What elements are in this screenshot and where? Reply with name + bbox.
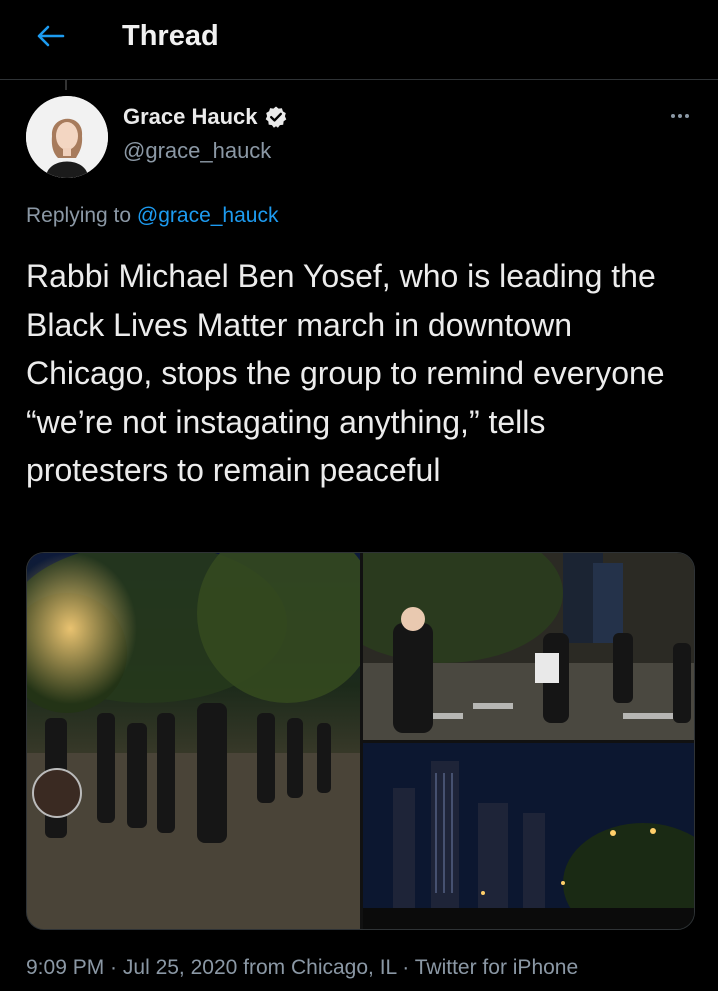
replying-prefix: Replying to <box>26 204 132 227</box>
photo-crosswalk[interactable] <box>363 553 694 740</box>
avatar[interactable] <box>26 96 108 178</box>
author-name-row: Grace Hauck <box>123 104 288 130</box>
meta-separator: · <box>396 956 415 979</box>
tweet-date-link[interactable]: Jul 25, 2020 <box>123 956 237 979</box>
more-options-button[interactable] <box>664 104 696 128</box>
arrow-left-icon <box>37 25 65 47</box>
back-button[interactable] <box>30 18 70 54</box>
avatar-image <box>26 96 108 178</box>
top-bar: Thread <box>0 0 718 80</box>
tweet-client-link[interactable]: Twitter for iPhone <box>415 956 578 979</box>
author-handle[interactable]: @grace_hauck <box>123 138 271 164</box>
thread-connector <box>65 80 67 90</box>
page-title: Thread <box>122 20 219 52</box>
author-name[interactable]: Grace Hauck <box>123 104 258 130</box>
more-dot <box>671 114 675 118</box>
photo-skyline[interactable] <box>363 743 694 929</box>
replying-handle-link[interactable]: @grace_hauck <box>137 204 279 227</box>
photo-march-street[interactable] <box>27 553 360 929</box>
more-dot <box>678 114 682 118</box>
meta-separator: · <box>104 956 123 979</box>
verified-badge-icon <box>265 106 286 128</box>
tweet-text: Rabbi Michael Ben Yosef, who is leading … <box>26 258 665 488</box>
more-dot <box>685 114 689 118</box>
tweet-location: from Chicago, IL <box>237 956 397 979</box>
replying-to: Replying to @grace_hauck <box>26 204 278 228</box>
tweet-time-link[interactable]: 9:09 PM <box>26 956 104 979</box>
media-grid <box>26 552 695 930</box>
tweet-meta: 9:09 PM · Jul 25, 2020 from Chicago, IL … <box>26 956 578 980</box>
